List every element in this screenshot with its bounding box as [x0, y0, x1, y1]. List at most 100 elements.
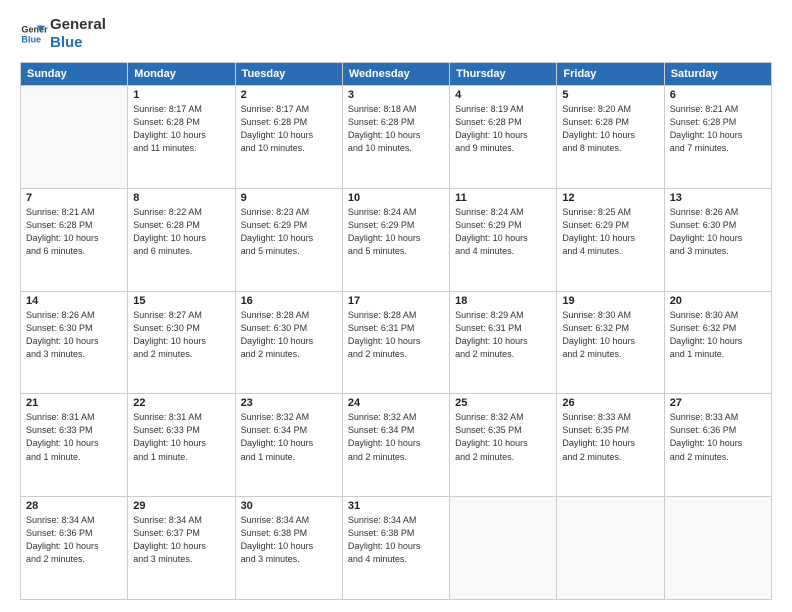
calendar-cell [21, 86, 128, 189]
calendar-cell [557, 497, 664, 600]
day-number: 5 [562, 89, 658, 101]
day-number: 26 [562, 397, 658, 409]
calendar-cell [450, 497, 557, 600]
day-info: Sunrise: 8:31 AMSunset: 6:33 PMDaylight:… [26, 411, 122, 463]
day-number: 23 [241, 397, 337, 409]
calendar-cell: 6 Sunrise: 8:21 AMSunset: 6:28 PMDaylight… [664, 86, 771, 189]
calendar-table: SundayMondayTuesdayWednesdayThursdayFrid… [20, 62, 772, 600]
day-info: Sunrise: 8:32 AMSunset: 6:34 PMDaylight:… [348, 411, 444, 463]
calendar-cell: 15 Sunrise: 8:27 AMSunset: 6:30 PMDayligh… [128, 291, 235, 394]
day-number: 25 [455, 397, 551, 409]
day-info: Sunrise: 8:21 AMSunset: 6:28 PMDaylight:… [26, 206, 122, 258]
day-info: Sunrise: 8:18 AMSunset: 6:28 PMDaylight:… [348, 103, 444, 155]
day-number: 20 [670, 295, 766, 307]
calendar-cell: 28 Sunrise: 8:34 AMSunset: 6:36 PMDayligh… [21, 497, 128, 600]
weekday-header-friday: Friday [557, 63, 664, 86]
day-number: 8 [133, 192, 229, 204]
calendar-cell: 3 Sunrise: 8:18 AMSunset: 6:28 PMDaylight… [342, 86, 449, 189]
day-info: Sunrise: 8:22 AMSunset: 6:28 PMDaylight:… [133, 206, 229, 258]
day-number: 1 [133, 89, 229, 101]
weekday-header-saturday: Saturday [664, 63, 771, 86]
day-info: Sunrise: 8:32 AMSunset: 6:34 PMDaylight:… [241, 411, 337, 463]
calendar-cell: 22 Sunrise: 8:31 AMSunset: 6:33 PMDayligh… [128, 394, 235, 497]
day-number: 3 [348, 89, 444, 101]
header: General Blue General Blue [20, 16, 772, 52]
day-number: 10 [348, 192, 444, 204]
day-info: Sunrise: 8:31 AMSunset: 6:33 PMDaylight:… [133, 411, 229, 463]
calendar-cell: 13Sunrise: 8:26 AMSunset: 6:30 PMDayligh… [664, 188, 771, 291]
calendar-cell: 12 Sunrise: 8:25 AMSunset: 6:29 PMDayligh… [557, 188, 664, 291]
day-info: Sunrise: 8:19 AMSunset: 6:28 PMDaylight:… [455, 103, 551, 155]
day-info: Sunrise: 8:27 AMSunset: 6:30 PMDaylight:… [133, 309, 229, 361]
day-number: 4 [455, 89, 551, 101]
calendar-cell: 2 Sunrise: 8:17 AMSunset: 6:28 PMDaylight… [235, 86, 342, 189]
calendar-cell: 14 Sunrise: 8:26 AMSunset: 6:30 PMDayligh… [21, 291, 128, 394]
day-number: 19 [562, 295, 658, 307]
day-info: Sunrise: 8:33 AMSunset: 6:35 PMDaylight:… [562, 411, 658, 463]
weekday-header-wednesday: Wednesday [342, 63, 449, 86]
day-info: Sunrise: 8:33 AMSunset: 6:36 PMDaylight:… [670, 411, 766, 463]
day-number: 31 [348, 500, 444, 512]
logo: General Blue General Blue [20, 16, 106, 52]
day-info: Sunrise: 8:34 AMSunset: 6:36 PMDaylight:… [26, 514, 122, 566]
calendar-cell: 4 Sunrise: 8:19 AMSunset: 6:28 PMDaylight… [450, 86, 557, 189]
page: General Blue General Blue SundayMondayTu… [0, 0, 792, 612]
calendar-cell: 17 Sunrise: 8:28 AMSunset: 6:31 PMDayligh… [342, 291, 449, 394]
day-number: 15 [133, 295, 229, 307]
day-info: Sunrise: 8:20 AMSunset: 6:28 PMDaylight:… [562, 103, 658, 155]
calendar-cell: 31 Sunrise: 8:34 AMSunset: 6:38 PMDayligh… [342, 497, 449, 600]
day-number: 18 [455, 295, 551, 307]
weekday-header-thursday: Thursday [450, 63, 557, 86]
calendar-cell: 11 Sunrise: 8:24 AMSunset: 6:29 PMDayligh… [450, 188, 557, 291]
day-number: 21 [26, 397, 122, 409]
day-info: Sunrise: 8:17 AMSunset: 6:28 PMDaylight:… [241, 103, 337, 155]
calendar-cell: 1Sunrise: 8:17 AMSunset: 6:28 PMDaylight… [128, 86, 235, 189]
day-number: 12 [562, 192, 658, 204]
day-info: Sunrise: 8:30 AMSunset: 6:32 PMDaylight:… [562, 309, 658, 361]
weekday-header-tuesday: Tuesday [235, 63, 342, 86]
day-info: Sunrise: 8:25 AMSunset: 6:29 PMDaylight:… [562, 206, 658, 258]
day-number: 17 [348, 295, 444, 307]
day-info: Sunrise: 8:23 AMSunset: 6:29 PMDaylight:… [241, 206, 337, 258]
calendar-cell: 23 Sunrise: 8:32 AMSunset: 6:34 PMDayligh… [235, 394, 342, 497]
day-info: Sunrise: 8:26 AMSunset: 6:30 PMDaylight:… [26, 309, 122, 361]
calendar-cell: 9Sunrise: 8:23 AMSunset: 6:29 PMDaylight… [235, 188, 342, 291]
logo-text: General Blue [50, 16, 106, 52]
day-number: 11 [455, 192, 551, 204]
logo-icon: General Blue [20, 20, 48, 48]
calendar-cell: 30 Sunrise: 8:34 AMSunset: 6:38 PMDayligh… [235, 497, 342, 600]
day-info: Sunrise: 8:32 AMSunset: 6:35 PMDaylight:… [455, 411, 551, 463]
day-info: Sunrise: 8:29 AMSunset: 6:31 PMDaylight:… [455, 309, 551, 361]
calendar-cell: 24 Sunrise: 8:32 AMSunset: 6:34 PMDayligh… [342, 394, 449, 497]
day-number: 29 [133, 500, 229, 512]
day-number: 2 [241, 89, 337, 101]
calendar-cell: 19 Sunrise: 8:30 AMSunset: 6:32 PMDayligh… [557, 291, 664, 394]
day-info: Sunrise: 8:21 AMSunset: 6:28 PMDaylight:… [670, 103, 766, 155]
day-number: 13 [670, 192, 766, 204]
calendar-cell: 7Sunrise: 8:21 AMSunset: 6:28 PMDaylight… [21, 188, 128, 291]
day-info: Sunrise: 8:34 AMSunset: 6:38 PMDaylight:… [241, 514, 337, 566]
day-number: 24 [348, 397, 444, 409]
calendar-cell: 20Sunrise: 8:30 AMSunset: 6:32 PMDayligh… [664, 291, 771, 394]
day-number: 27 [670, 397, 766, 409]
calendar-cell: 25 Sunrise: 8:32 AMSunset: 6:35 PMDayligh… [450, 394, 557, 497]
day-number: 28 [26, 500, 122, 512]
calendar-cell: 29Sunrise: 8:34 AMSunset: 6:37 PMDayligh… [128, 497, 235, 600]
day-number: 16 [241, 295, 337, 307]
day-number: 6 [670, 89, 766, 101]
calendar-cell: 5 Sunrise: 8:20 AMSunset: 6:28 PMDaylight… [557, 86, 664, 189]
day-info: Sunrise: 8:34 AMSunset: 6:38 PMDaylight:… [348, 514, 444, 566]
day-number: 22 [133, 397, 229, 409]
calendar-cell: 16Sunrise: 8:28 AMSunset: 6:30 PMDayligh… [235, 291, 342, 394]
calendar-cell: 27 Sunrise: 8:33 AMSunset: 6:36 PMDayligh… [664, 394, 771, 497]
day-info: Sunrise: 8:24 AMSunset: 6:29 PMDaylight:… [455, 206, 551, 258]
calendar-cell: 18 Sunrise: 8:29 AMSunset: 6:31 PMDayligh… [450, 291, 557, 394]
day-number: 14 [26, 295, 122, 307]
calendar-week-4: 21 Sunrise: 8:31 AMSunset: 6:33 PMDayligh… [21, 394, 772, 497]
calendar-cell: 8 Sunrise: 8:22 AMSunset: 6:28 PMDaylight… [128, 188, 235, 291]
day-info: Sunrise: 8:28 AMSunset: 6:31 PMDaylight:… [348, 309, 444, 361]
calendar-cell: 10Sunrise: 8:24 AMSunset: 6:29 PMDayligh… [342, 188, 449, 291]
weekday-header-monday: Monday [128, 63, 235, 86]
calendar-week-1: 1 Sunrise: 8:17 AMSunset: 6:28 PMDaylight… [21, 86, 772, 189]
day-number: 30 [241, 500, 337, 512]
